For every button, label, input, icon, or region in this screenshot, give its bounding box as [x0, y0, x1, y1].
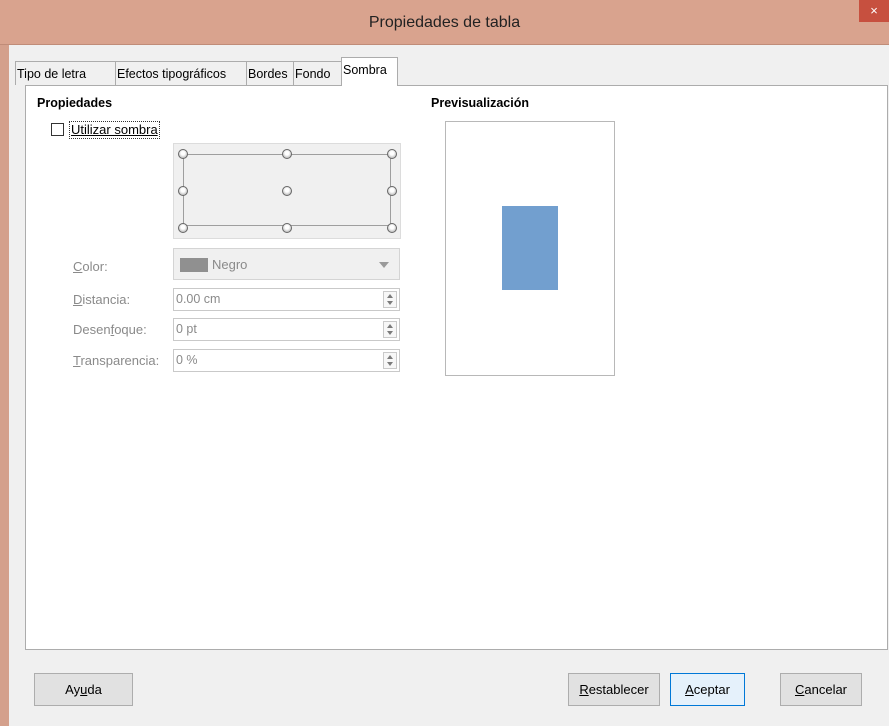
- spin-up-icon[interactable]: [387, 324, 393, 328]
- position-left-handle[interactable]: [178, 186, 188, 196]
- tab-shadow[interactable]: Sombra: [341, 57, 398, 86]
- cancel-button[interactable]: Cancelar: [780, 673, 862, 706]
- position-top-handle[interactable]: [282, 149, 292, 159]
- reset-button[interactable]: Restablecer: [568, 673, 660, 706]
- properties-heading: Propiedades: [37, 96, 113, 110]
- position-top-right-handle[interactable]: [387, 149, 397, 159]
- distance-spinner[interactable]: 0.00 cm: [173, 288, 400, 311]
- use-shadow-label-text: Utilizar sombra: [71, 122, 158, 137]
- blur-label: Desenfoque:: [73, 322, 147, 337]
- title-bar: Propiedades de tabla ×: [0, 0, 889, 45]
- window-title: Propiedades de tabla: [368, 14, 521, 31]
- color-dropdown[interactable]: Negro: [173, 248, 400, 280]
- ok-button[interactable]: Aceptar: [670, 673, 745, 706]
- shadow-preview: [445, 121, 615, 376]
- position-top-left-handle[interactable]: [178, 149, 188, 159]
- color-value: Negro: [212, 257, 248, 272]
- distance-value: 0.00 cm: [176, 292, 221, 306]
- spin-down-icon[interactable]: [387, 301, 393, 305]
- transparency-spinner[interactable]: 0 %: [173, 349, 400, 372]
- shadow-tab-panel: Propiedades Utilizar sombra Color: Negro…: [25, 85, 888, 650]
- distance-spin-buttons[interactable]: [383, 291, 397, 308]
- preview-heading: Previsualización: [431, 96, 529, 110]
- distance-label: Distancia:: [73, 292, 131, 307]
- transparency-label: Transparencia:: [73, 353, 160, 368]
- spin-down-icon[interactable]: [387, 331, 393, 335]
- transparency-spin-buttons[interactable]: [383, 352, 397, 369]
- tab-borders[interactable]: Bordes: [246, 61, 294, 85]
- tab-font-effects[interactable]: Efectos tipográficos: [115, 61, 247, 85]
- position-center-handle[interactable]: [282, 186, 292, 196]
- color-swatch: [180, 258, 208, 272]
- shadow-position-selector[interactable]: [173, 143, 401, 239]
- use-shadow-checkbox[interactable]: [51, 123, 64, 136]
- dialog-body: Tipo de letra Efectos tipográficos Borde…: [9, 45, 889, 726]
- spin-up-icon[interactable]: [387, 294, 393, 298]
- blur-value: 0 pt: [176, 322, 197, 336]
- tab-font[interactable]: Tipo de letra: [15, 61, 116, 85]
- color-label: Color:: [73, 259, 108, 274]
- preview-table-block: [502, 206, 558, 290]
- position-right-handle[interactable]: [387, 186, 397, 196]
- spin-down-icon[interactable]: [387, 362, 393, 366]
- position-bottom-left-handle[interactable]: [178, 223, 188, 233]
- tab-background[interactable]: Fondo: [293, 61, 342, 85]
- spin-up-icon[interactable]: [387, 355, 393, 359]
- position-bottom-right-handle[interactable]: [387, 223, 397, 233]
- blur-spinner[interactable]: 0 pt: [173, 318, 400, 341]
- close-icon[interactable]: ×: [859, 0, 889, 22]
- position-bottom-handle[interactable]: [282, 223, 292, 233]
- chevron-down-icon[interactable]: [379, 262, 389, 268]
- help-button[interactable]: Ayuda: [34, 673, 133, 706]
- use-shadow-label[interactable]: Utilizar sombra: [69, 121, 160, 139]
- blur-spin-buttons[interactable]: [383, 321, 397, 338]
- transparency-value: 0 %: [176, 353, 198, 367]
